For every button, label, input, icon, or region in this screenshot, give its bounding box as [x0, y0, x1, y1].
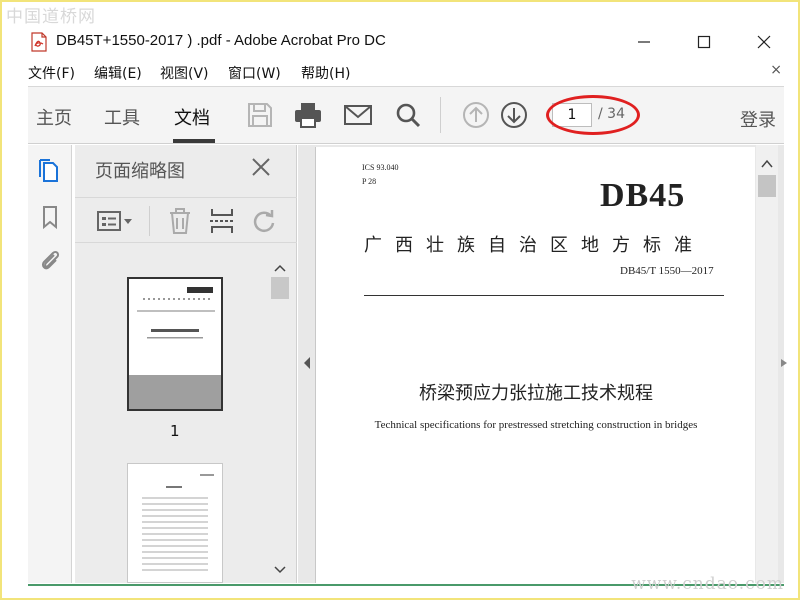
toolbar-separator — [440, 97, 441, 133]
page-thumbnails-icon[interactable] — [36, 157, 64, 185]
document-scrollbar[interactable] — [756, 145, 778, 583]
thumbnail-scrollbar[interactable] — [271, 259, 289, 581]
screenshot-frame: 中国道桥网 DB45T+1550-2017 ) .pdf - Adobe Acr… — [0, 0, 800, 600]
window-title: DB45T+1550-2017 ) .pdf - Adobe Acrobat P… — [56, 32, 386, 49]
menu-edit[interactable]: 编辑(E) — [94, 63, 142, 83]
menu-view[interactable]: 视图(V) — [160, 63, 209, 83]
standard-organization: 广西壮族自治区地方标准 — [364, 235, 705, 256]
rotate-icon[interactable] — [249, 206, 279, 236]
save-icon[interactable] — [244, 99, 276, 131]
thumbnail-page-label: 1 — [170, 422, 180, 440]
header-divider — [364, 295, 724, 296]
thumbnail-page-1[interactable] — [127, 277, 223, 411]
page-down-icon[interactable] — [498, 99, 530, 131]
standard-code: DB45 — [600, 177, 686, 214]
bookmark-icon[interactable] — [36, 203, 64, 231]
standard-number: DB45/T 1550—2017 — [620, 265, 714, 277]
tab-home[interactable]: 主页 — [36, 104, 72, 130]
watermark-top: 中国道桥网 — [6, 7, 96, 27]
page-thumbnails-panel: 页面缩略图 1 — [75, 145, 297, 583]
menu-window[interactable]: 窗口(W) — [228, 63, 281, 83]
menu-bar: 文件(F) 编辑(E) 视图(V) 窗口(W) 帮助(H) × — [4, 60, 800, 84]
tab-document[interactable]: 文档 — [174, 104, 210, 130]
toolbar-separator — [149, 206, 150, 236]
document-title-english: Technical specifications for prestressed… — [374, 419, 698, 431]
maximize-button[interactable] — [692, 30, 716, 54]
tab-tools[interactable]: 工具 — [104, 104, 140, 130]
document-title-chinese: 桥梁预应力张拉施工技术规程 — [419, 383, 653, 404]
thumbnail-toolbar — [75, 197, 297, 243]
page-number-highlight — [546, 95, 640, 135]
active-tab-indicator — [173, 139, 215, 143]
thumbnail-page-2[interactable] — [127, 463, 223, 583]
login-button[interactable]: 登录 — [740, 106, 776, 132]
ics-code: ICS 93.040 — [362, 163, 399, 172]
print-icon[interactable] — [292, 99, 324, 131]
menu-file[interactable]: 文件(F) — [28, 63, 75, 83]
page-up-icon[interactable] — [460, 99, 492, 131]
close-window-button[interactable] — [752, 30, 776, 54]
thumbnail-page-1-preview — [137, 287, 215, 339]
close-document-button[interactable]: × — [770, 62, 782, 78]
close-panel-icon[interactable] — [249, 155, 273, 179]
expand-right-panel-icon[interactable] — [780, 358, 788, 368]
document-page: ICS 93.040 P 28 DB45 广西壮族自治区地方标准 DB45/T … — [315, 147, 755, 583]
email-icon[interactable] — [342, 99, 374, 131]
insert-page-icon[interactable] — [207, 206, 237, 236]
thumbnail-options-icon[interactable] — [95, 206, 135, 236]
attachment-icon[interactable] — [36, 247, 64, 275]
delete-icon[interactable] — [165, 206, 195, 236]
watermark-bottom: www.cndao.com — [631, 574, 784, 594]
classification-code: P 28 — [362, 177, 377, 186]
thumbnail-page-1-footer — [129, 375, 221, 409]
pdf-file-icon — [31, 32, 47, 52]
navigation-rail — [28, 145, 72, 583]
main-toolbar: 主页 工具 文档 1 / 34 登录 — [28, 86, 784, 144]
search-icon[interactable] — [392, 99, 424, 131]
minimize-button[interactable] — [632, 30, 656, 54]
title-bar: DB45T+1550-2017 ) .pdf - Adobe Acrobat P… — [4, 26, 800, 58]
collapse-panel-icon[interactable] — [302, 356, 312, 370]
panel-title: 页面缩略图 — [95, 161, 185, 182]
menu-help[interactable]: 帮助(H) — [301, 63, 350, 83]
thumbnail-page-2-preview — [142, 474, 214, 571]
